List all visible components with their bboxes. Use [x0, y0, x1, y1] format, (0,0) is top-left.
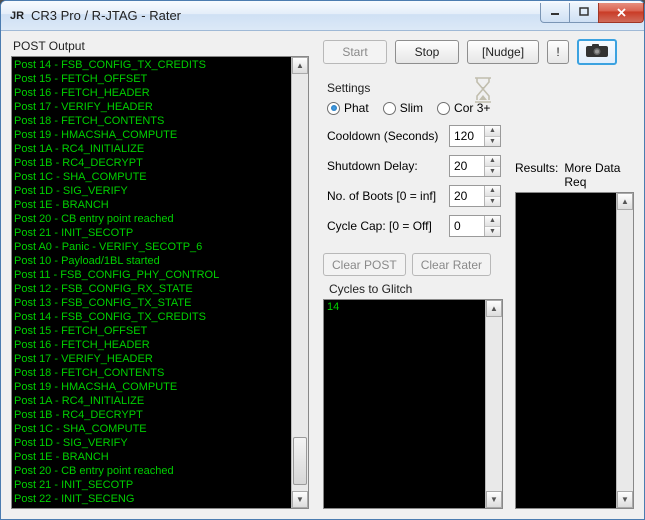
- cooldown-stepper[interactable]: ▲▼: [449, 125, 501, 147]
- clear-post-button[interactable]: Clear POST: [323, 253, 406, 276]
- scroll-thumb[interactable]: [293, 437, 307, 485]
- shutdown-label: Shutdown Delay:: [327, 159, 443, 173]
- cap-label: Cycle Cap: [0 = Off]: [327, 219, 443, 233]
- scroll-down-icon[interactable]: ▼: [486, 491, 502, 508]
- boots-label: No. of Boots [0 = inf]: [327, 189, 443, 203]
- client-area: POST Output Post 14 - FSB_CONFIG_TX_CRED…: [1, 31, 644, 519]
- titlebar[interactable]: JR CR3 Pro / R-JTAG - Rater: [1, 1, 644, 31]
- nudge-button[interactable]: [Nudge]: [467, 40, 539, 64]
- scroll-up-icon[interactable]: ▲: [292, 57, 308, 74]
- chevron-down-icon[interactable]: ▼: [485, 227, 500, 237]
- shutdown-stepper[interactable]: ▲▼: [449, 155, 501, 177]
- post-scrollbar[interactable]: ▲ ▼: [291, 57, 308, 508]
- boots-stepper[interactable]: ▲▼: [449, 185, 501, 207]
- results-label: Results:: [515, 161, 558, 189]
- radio-slim[interactable]: Slim: [383, 101, 423, 115]
- cycles-scrollbar[interactable]: ▲ ▼: [485, 300, 502, 508]
- app-icon: JR: [9, 8, 25, 24]
- start-button[interactable]: Start: [323, 40, 387, 64]
- post-output-console[interactable]: Post 14 - FSB_CONFIG_TX_CREDITS Post 15 …: [11, 56, 309, 509]
- results-list[interactable]: ▲ ▼: [515, 192, 634, 509]
- stop-button[interactable]: Stop: [395, 40, 459, 64]
- results-scrollbar[interactable]: ▲ ▼: [616, 193, 633, 508]
- scroll-down-icon[interactable]: ▼: [292, 491, 308, 508]
- cooldown-label: Cooldown (Seconds): [327, 129, 443, 143]
- bang-button[interactable]: !: [547, 40, 569, 64]
- chevron-down-icon[interactable]: ▼: [485, 167, 500, 177]
- shutdown-input[interactable]: [450, 156, 484, 176]
- scroll-up-icon[interactable]: ▲: [486, 300, 502, 317]
- clear-rater-button[interactable]: Clear Rater: [412, 253, 491, 276]
- close-button[interactable]: [598, 3, 644, 23]
- scroll-down-icon[interactable]: ▼: [617, 491, 633, 508]
- camera-icon: [585, 43, 609, 61]
- radio-icon: [383, 102, 396, 115]
- chevron-down-icon[interactable]: ▼: [485, 197, 500, 207]
- chevron-up-icon[interactable]: ▲: [485, 216, 500, 227]
- chevron-down-icon[interactable]: ▼: [485, 137, 500, 147]
- scroll-up-icon[interactable]: ▲: [617, 193, 633, 210]
- app-window: JR CR3 Pro / R-JTAG - Rater POST Output …: [0, 0, 645, 520]
- boots-input[interactable]: [450, 186, 484, 206]
- cycles-list[interactable]: 14 ▲ ▼: [323, 299, 503, 509]
- radio-phat[interactable]: Phat: [327, 101, 369, 115]
- maximize-button[interactable]: [569, 3, 599, 23]
- settings-group: Settings Phat: [323, 75, 503, 249]
- post-output-label: POST Output: [11, 39, 309, 53]
- hourglass-icon: [469, 75, 497, 108]
- radio-icon: [327, 102, 340, 115]
- cap-stepper[interactable]: ▲▼: [449, 215, 501, 237]
- radio-icon: [437, 102, 450, 115]
- cooldown-input[interactable]: [450, 126, 484, 146]
- chevron-up-icon[interactable]: ▲: [485, 126, 500, 137]
- chevron-up-icon[interactable]: ▲: [485, 156, 500, 167]
- minimize-button[interactable]: [540, 3, 570, 23]
- chevron-up-icon[interactable]: ▲: [485, 186, 500, 197]
- cycles-label: Cycles to Glitch: [323, 282, 503, 296]
- window-title: CR3 Pro / R-JTAG - Rater: [31, 8, 541, 23]
- screenshot-button[interactable]: [577, 39, 617, 65]
- cap-input[interactable]: [450, 216, 484, 236]
- results-status: More Data Req: [564, 161, 634, 189]
